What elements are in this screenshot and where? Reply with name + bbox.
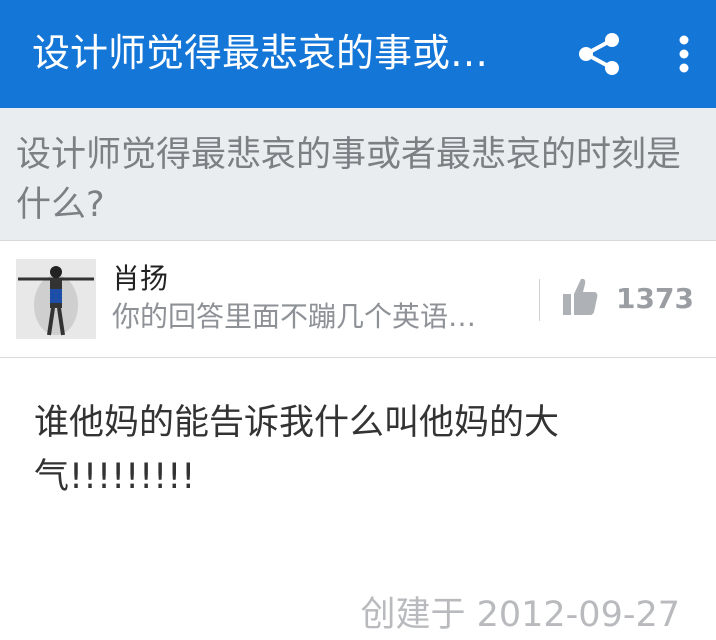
vote-button[interactable] — [562, 277, 598, 317]
avatar[interactable] — [16, 259, 96, 339]
vote-count: 1373 — [616, 282, 694, 315]
more-vert-icon — [679, 35, 689, 73]
share-icon — [579, 33, 619, 75]
author-row[interactable]: 肖扬 你的回答里面不蹦几个英语… 1373 — [0, 241, 716, 358]
answer-content: 谁他妈的能告诉我什么叫他妈的大气!!!!!!!!! — [34, 403, 560, 497]
created-date: 创建于 2012-09-27 — [360, 595, 680, 635]
app-bar: 设计师觉得最悲哀的事或… — [0, 0, 716, 108]
author-bio: 你的回答里面不蹦几个英语… — [112, 300, 477, 333]
question-title: 设计师觉得最悲哀的事或者最悲哀的时刻是什么? — [16, 135, 682, 225]
more-options-button[interactable] — [664, 30, 704, 78]
share-button[interactable] — [574, 28, 626, 80]
avatar-image — [16, 259, 96, 339]
question-header[interactable]: 设计师觉得最悲哀的事或者最悲哀的时刻是什么? — [0, 108, 716, 241]
author-name[interactable]: 肖扬 — [112, 259, 168, 299]
divider — [539, 279, 540, 321]
thumb-up-icon — [563, 278, 598, 315]
page-title: 设计师觉得最悲哀的事或… — [32, 31, 489, 75]
